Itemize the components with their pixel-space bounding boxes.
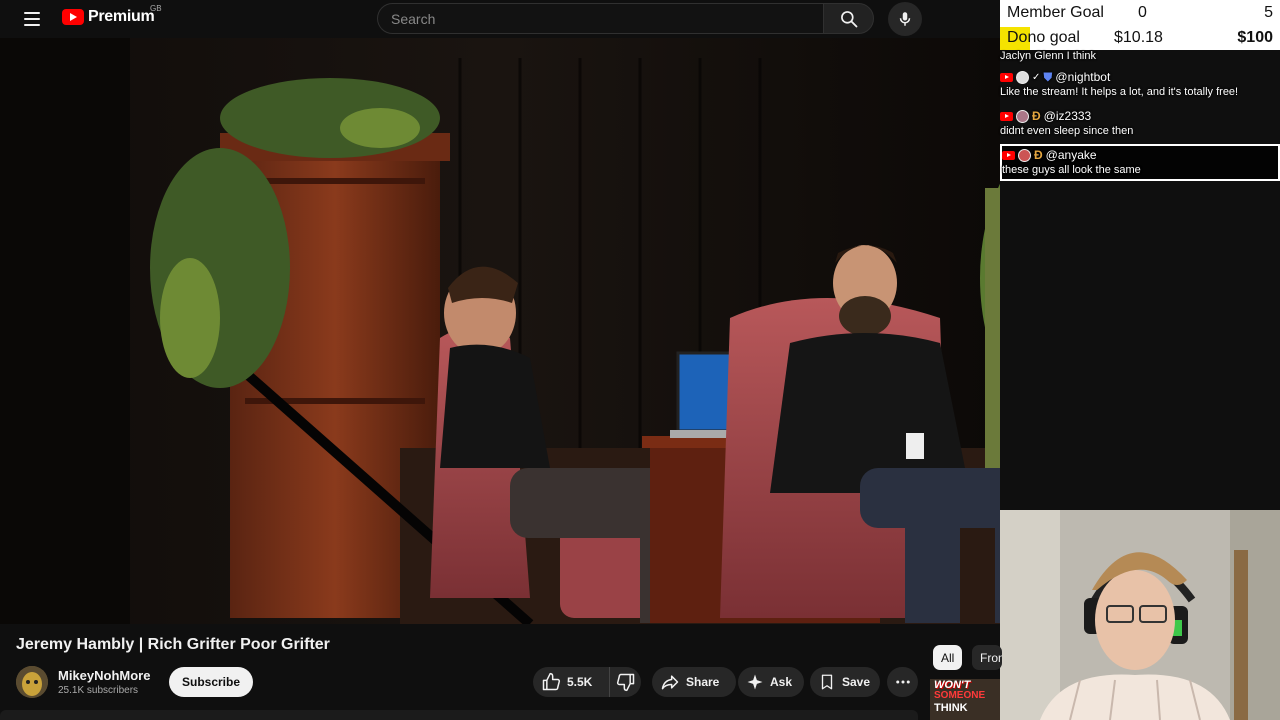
chat-author: @nightbot	[1055, 70, 1111, 84]
chip-all[interactable]: All	[933, 645, 963, 670]
chat-message-meta: Ɖ @anyake	[1002, 147, 1278, 163]
logo-text: Premium	[88, 8, 155, 25]
more-actions-button[interactable]	[887, 667, 918, 697]
checkmark-icon: ✓	[1032, 71, 1041, 83]
member-goal-label: Member Goal	[1007, 4, 1104, 21]
guide-menu-icon[interactable]	[16, 6, 48, 32]
youtube-icon	[1002, 150, 1015, 160]
like-dislike-group: 5.5K	[533, 667, 641, 697]
moderator-badge-icon: ⛊	[1043, 69, 1053, 84]
dono-goal-row: Dono goal $10.18 $100	[1000, 26, 1280, 51]
member-goal-target: 5	[1264, 4, 1273, 21]
youtube-icon	[1000, 111, 1013, 121]
subscribe-button[interactable]: Subscribe	[169, 667, 254, 697]
dislike-button[interactable]	[610, 667, 641, 697]
video-title: Jeremy Hambly | Rich Grifter Poor Grifte…	[16, 636, 330, 653]
channel-avatar-image	[16, 666, 48, 698]
ask-button[interactable]: Ask	[738, 667, 804, 697]
user-avatar-icon	[1018, 148, 1031, 162]
search-icon	[840, 10, 857, 27]
dono-goal-label: Dono goal	[1007, 29, 1080, 46]
subscriber-count: 25.1K subscribers	[58, 685, 139, 696]
member-badge-icon: Ɖ	[1034, 148, 1043, 162]
chat-author: @iz2333	[1043, 109, 1092, 123]
youtube-icon	[1000, 72, 1013, 82]
chat-message-highlighted: Ɖ @anyake these guys all look the same	[1000, 144, 1280, 181]
stream-goals-panel: Member Goal 0 5 Dono goal $10.18 $100	[1000, 0, 1280, 50]
channel-info: MikeyNohMore 25.1K subscribers	[16, 664, 150, 700]
chat-message-text: Like the stream! It helps a lot, and it'…	[1000, 86, 1239, 98]
bot-avatar-icon	[1016, 70, 1029, 84]
ask-label: Ask	[770, 675, 793, 689]
chip-from[interactable]: From	[972, 645, 1002, 670]
chat-message: Ɖ @iz2333 didnt even sleep since then	[1000, 108, 1280, 138]
voice-search-button[interactable]	[888, 2, 922, 36]
member-badge-icon: Ɖ	[1032, 109, 1041, 123]
dono-goal-target: $100	[1237, 29, 1273, 46]
recommended-video-thumbnail[interactable]: WON'T SOMEONE THINK	[930, 679, 1000, 720]
chat-author: @anyake	[1045, 148, 1097, 162]
description-box-edge	[0, 710, 918, 720]
chat-message-text: didnt even sleep since then	[1000, 125, 1134, 137]
share-button[interactable]: Share	[652, 667, 736, 697]
save-label: Save	[842, 675, 871, 689]
member-goal-row: Member Goal 0 5	[1000, 1, 1280, 26]
region-code: GB	[150, 4, 162, 13]
thumbnail-text: SOMEONE	[934, 690, 986, 701]
user-avatar-icon	[1016, 109, 1029, 123]
channel-avatar[interactable]	[16, 666, 48, 698]
chat-message-meta: Ɖ @iz2333	[1000, 108, 1280, 124]
masthead: Premium GB	[0, 0, 1000, 38]
sparkle-icon	[747, 674, 763, 690]
chat-message: Jaclyn Glenn I think	[1000, 49, 1280, 63]
channel-name[interactable]: MikeyNohMore	[58, 668, 150, 683]
more-horizontal-icon	[895, 680, 910, 684]
webcam-frame	[1000, 510, 1280, 720]
chat-message-text: Jaclyn Glenn I think	[1000, 50, 1096, 62]
bookmark-icon	[821, 674, 833, 690]
like-button[interactable]: 5.5K	[533, 667, 610, 697]
thumbnail-text: THINK	[934, 702, 968, 714]
youtube-play-icon	[62, 9, 84, 25]
channel-meta: MikeyNohMore 25.1K subscribers	[58, 668, 150, 696]
chat-message-meta: ✓ ⛊ @nightbot	[1000, 69, 1280, 85]
search-button[interactable]	[823, 3, 874, 34]
search-box	[377, 3, 823, 34]
member-goal-current: 0	[1138, 4, 1147, 21]
dono-goal-current: $10.18	[1114, 29, 1163, 46]
share-label: Share	[686, 675, 720, 689]
youtube-premium-logo[interactable]: Premium GB	[62, 4, 162, 26]
thumbs-up-icon	[542, 672, 561, 691]
share-arrow-icon	[661, 675, 679, 690]
search-input[interactable]	[391, 10, 823, 27]
chat-message: ✓ ⛊ @nightbot Like the stream! It helps …	[1000, 69, 1280, 99]
chat-message-text: these guys all look the same	[1002, 164, 1141, 176]
video-player[interactable]	[0, 38, 1000, 624]
like-count: 5.5K	[567, 675, 593, 689]
save-button[interactable]: Save	[810, 667, 880, 697]
thumbs-down-icon	[616, 673, 634, 692]
microphone-icon	[899, 12, 911, 26]
video-frame	[0, 38, 1000, 624]
streamer-webcam	[1000, 510, 1280, 720]
